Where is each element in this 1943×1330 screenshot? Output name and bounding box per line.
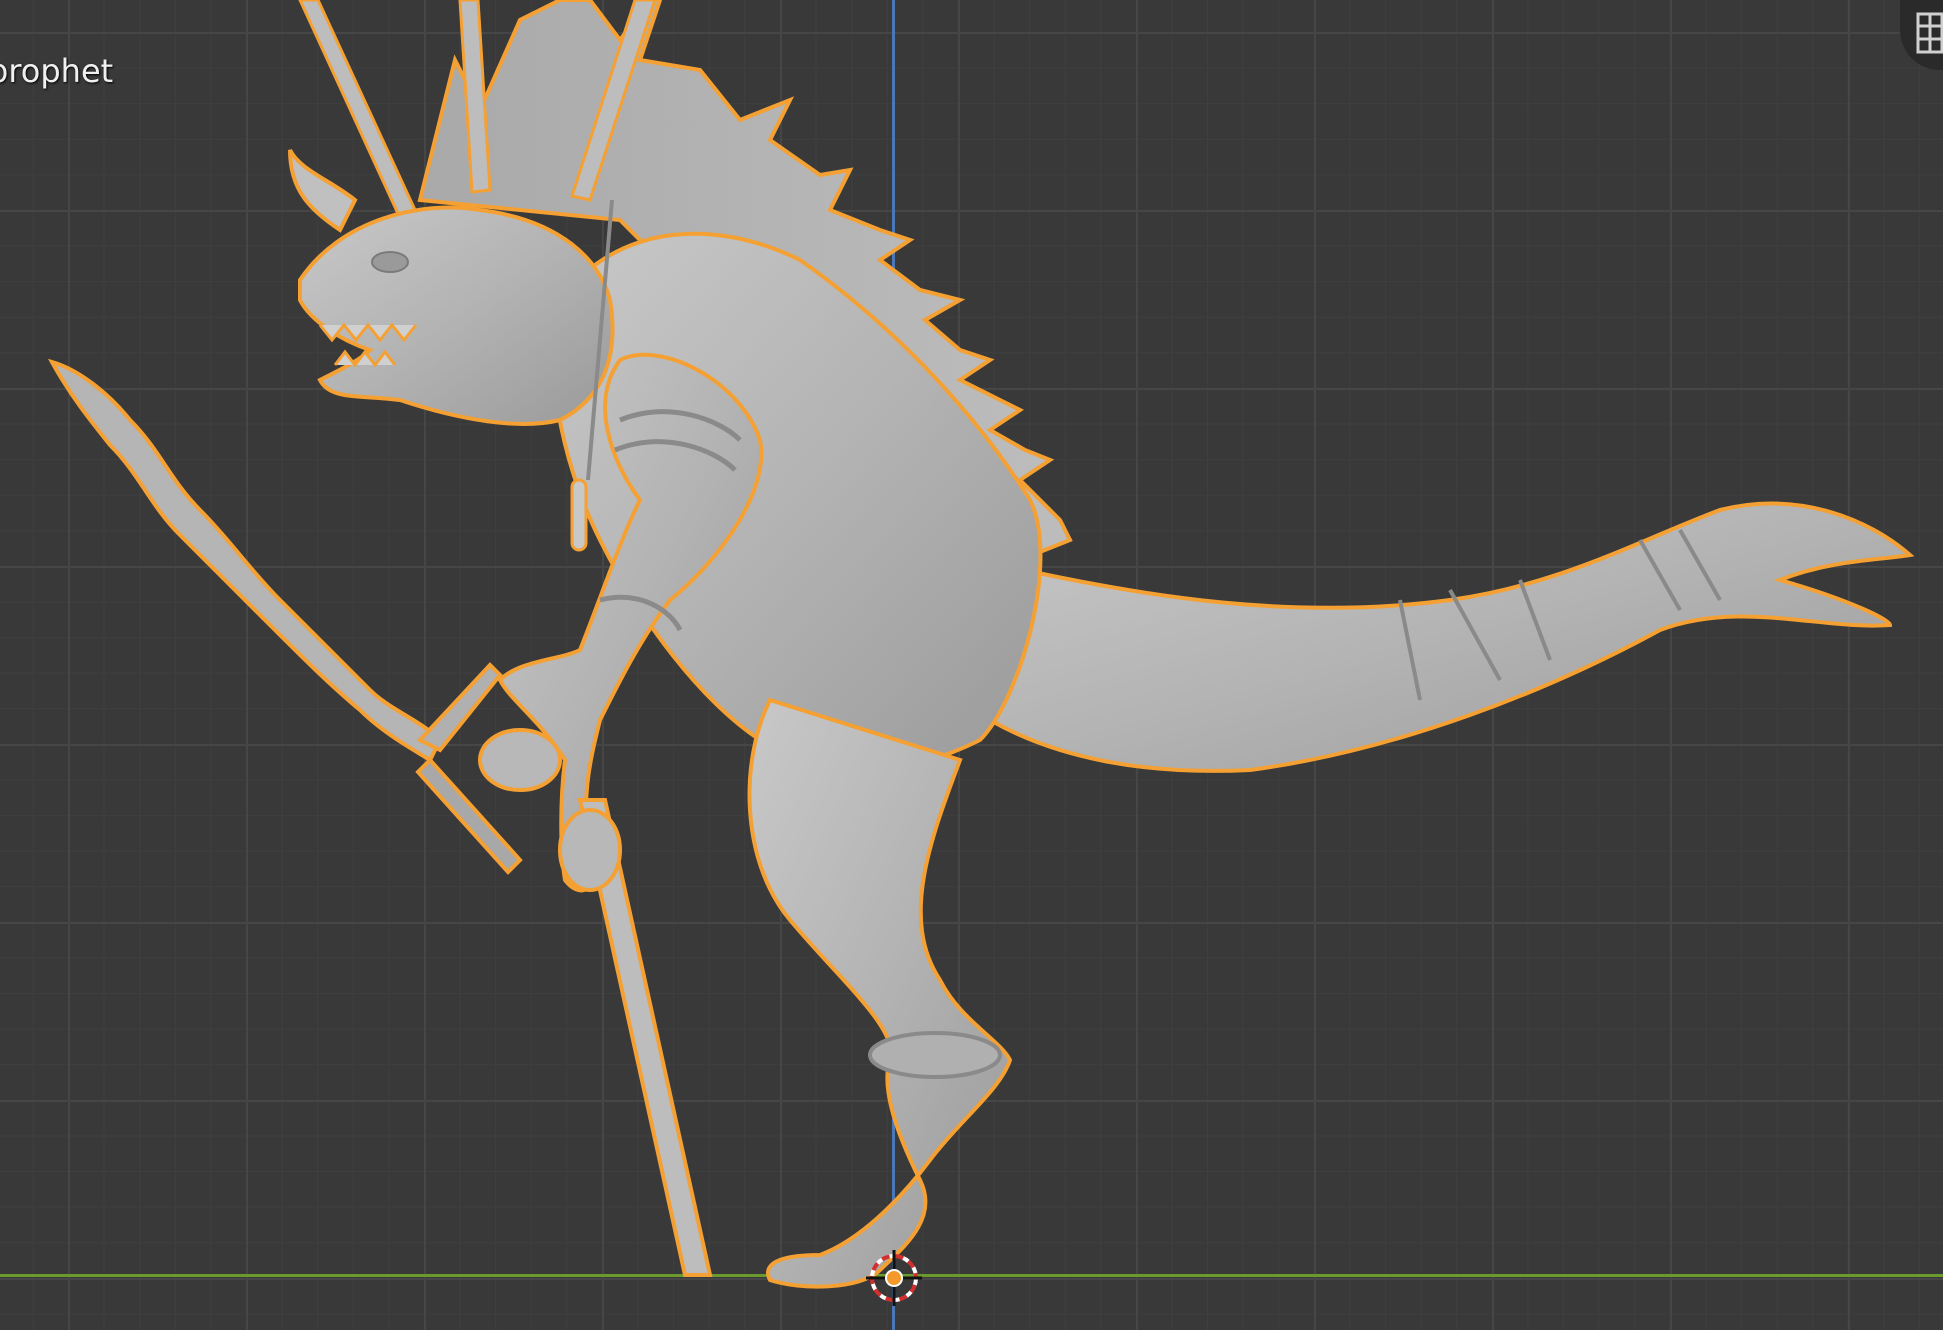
torso [551, 231, 1043, 772]
3d-viewport[interactable]: prophet [0, 0, 1943, 1330]
sword [47, 358, 523, 875]
selected-model-prophet[interactable] [0, 0, 1943, 1330]
leg [747, 697, 1013, 1289]
3d-cursor-icon[interactable] [866, 1250, 922, 1306]
tail [977, 501, 1915, 773]
